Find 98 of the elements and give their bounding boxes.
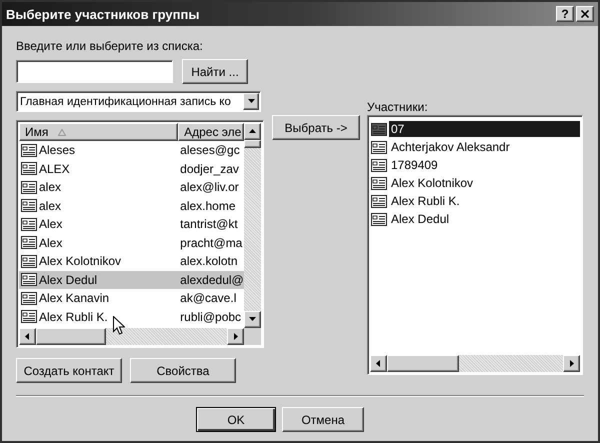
contact-name: Alex	[39, 236, 62, 250]
horizontal-scrollbar[interactable]	[19, 328, 244, 345]
contact-row[interactable]: alex alex@liv.or	[19, 178, 244, 196]
contact-name: ALEX	[39, 162, 70, 176]
window-title: Выберите участников группы	[6, 6, 200, 22]
scroll-thumb[interactable]	[36, 328, 106, 345]
contact-name: Alex Kolotnikov	[39, 254, 122, 268]
contact-card-icon	[21, 254, 37, 268]
action-button[interactable]: Свойства	[130, 358, 236, 383]
contact-card-icon	[21, 310, 37, 324]
vertical-scrollbar[interactable]	[244, 123, 261, 328]
scroll-right-button[interactable]	[227, 328, 244, 345]
scroll-up-button[interactable]	[244, 123, 261, 140]
contact-card-icon	[21, 273, 37, 286]
contact-email: rubli@pobc	[179, 310, 242, 324]
contact-card-icon	[371, 158, 387, 172]
column-title: Адрес эле	[184, 125, 242, 139]
contact-card-icon	[21, 199, 37, 212]
close-button[interactable]	[576, 6, 594, 22]
contact-card-icon	[371, 194, 387, 208]
contact-row[interactable]: Alex Rubli K. rubli@pobc	[19, 308, 244, 326]
scroll-left-button[interactable]	[370, 355, 387, 372]
contact-row[interactable]: Alex tantrist@kt	[19, 215, 244, 234]
right-arrow-icon	[231, 332, 240, 341]
contact-card-icon	[21, 144, 37, 157]
contact-name: Alex Dedul	[39, 272, 98, 287]
contact-name: alex	[39, 180, 62, 194]
close-icon	[581, 10, 589, 18]
member-row[interactable]: Achterjakov Aleksandr	[370, 138, 580, 156]
member-row[interactable]: Alex Kolotnikov	[370, 174, 580, 192]
contact-email: alex.home	[179, 198, 237, 213]
help-button[interactable]: ?	[556, 6, 574, 22]
sort-arrow-icon	[58, 128, 66, 136]
contact-email: alex@liv.or	[179, 180, 240, 194]
member-row[interactable]: 1789409	[370, 156, 580, 174]
contact-email: alexdedul@	[179, 272, 244, 287]
contact-name: Alex	[39, 217, 62, 232]
contact-card-icon	[371, 212, 387, 226]
scroll-left-button[interactable]	[19, 328, 36, 345]
contact-name: Alex Kanavin	[39, 291, 110, 306]
contact-name: Alex Rubli K.	[39, 310, 108, 324]
action-button[interactable]: Создать контакт	[16, 358, 122, 383]
column-title: Имя	[25, 125, 48, 139]
contact-card-icon	[21, 292, 37, 305]
member-name: 1789409	[390, 157, 439, 173]
scroll-thumb[interactable]	[387, 355, 459, 372]
member-row[interactable]: 07	[370, 120, 580, 138]
member-name: Alex Rubli K.	[390, 193, 461, 209]
contact-row[interactable]: Alex Kolotnikov alex.kolotn	[19, 252, 244, 270]
dialog-button[interactable]: OK	[196, 407, 276, 432]
contact-row[interactable]: Aleses aleses@gc	[19, 141, 244, 160]
member-name: Alex Dedul	[390, 211, 450, 227]
contact-row[interactable]: alex alex.home	[19, 196, 244, 215]
search-label: Введите или выберите из списка:	[16, 38, 204, 54]
members-label: Участники:	[367, 99, 429, 115]
scroll-down-button[interactable]	[244, 311, 261, 328]
contact-email: alex.kolotn	[179, 254, 239, 268]
contact-card-icon	[21, 162, 37, 176]
search-field[interactable]	[16, 60, 173, 83]
contact-email: ak@cave.l	[179, 291, 238, 306]
member-name: 07	[389, 121, 580, 137]
contact-name: alex	[39, 198, 62, 213]
scroll-right-button[interactable]	[563, 355, 580, 372]
member-row[interactable]: Alex Rubli K.	[370, 192, 580, 210]
contact-row[interactable]: Alex pracht@ma	[19, 234, 244, 252]
contact-card-icon	[21, 218, 37, 231]
contact-name: Aleses	[39, 143, 76, 158]
find-button[interactable]: Найти ...	[182, 59, 248, 84]
member-row[interactable]: Alex Dedul	[370, 210, 580, 228]
mouse-pointer-icon	[113, 316, 125, 335]
up-arrow-icon	[248, 127, 257, 136]
contact-email: dodjer_zav	[179, 162, 240, 176]
dialog-button[interactable]: Отмена	[282, 407, 364, 432]
contact-card-icon	[21, 180, 37, 194]
column-header[interactable]: Имя	[19, 123, 178, 141]
column-header[interactable]: Адрес эле	[178, 123, 244, 141]
scrollbar-corner	[244, 328, 261, 345]
contact-card-icon	[371, 176, 387, 190]
contact-card-icon	[21, 236, 37, 250]
contact-row[interactable]: Alex Dedul alexdedul@	[19, 270, 244, 289]
left-arrow-icon	[23, 332, 32, 341]
right-arrow-icon	[567, 359, 576, 368]
left-arrow-icon	[374, 359, 383, 368]
contact-email: aleses@gc	[179, 143, 241, 158]
member-name: Alex Kolotnikov	[390, 175, 474, 191]
address-book-dropdown[interactable]: Главная идентификационная запись ко	[16, 91, 261, 112]
select-button[interactable]: Выбрать ->	[272, 115, 360, 140]
contact-row[interactable]: ALEX dodjer_zav	[19, 160, 244, 178]
member-name: Achterjakov Aleksandr	[390, 139, 511, 155]
contact-card-icon	[371, 140, 387, 154]
contact-email: tantrist@kt	[179, 217, 239, 232]
horizontal-scrollbar[interactable]	[370, 355, 580, 372]
contact-row[interactable]: Alex Kanavin ak@cave.l	[19, 289, 244, 308]
contact-email: pracht@ma	[179, 236, 244, 250]
dropdown-button[interactable]	[243, 93, 259, 110]
contact-card-icon	[371, 122, 387, 136]
dropdown-value: Главная идентификационная запись ко	[20, 96, 232, 108]
scroll-thumb[interactable]	[244, 140, 261, 148]
